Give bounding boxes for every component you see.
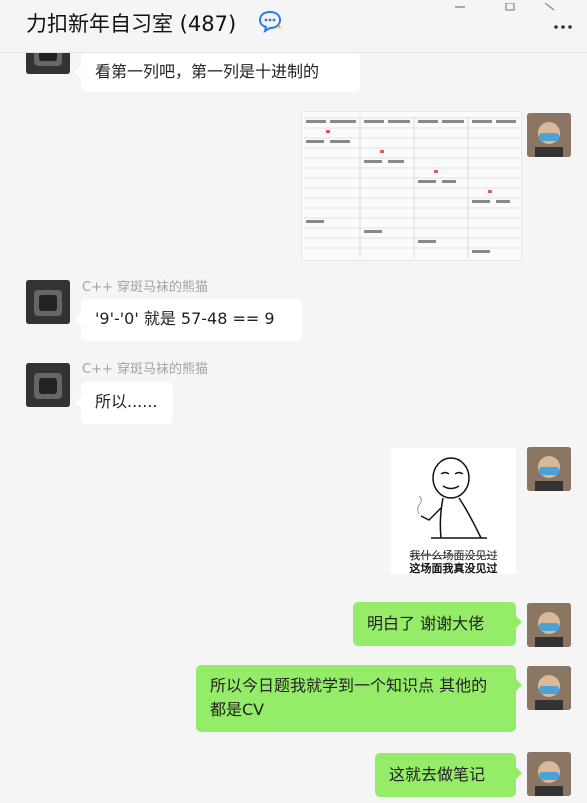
chat-bubble-icon[interactable] [258, 10, 284, 34]
chat-title[interactable]: 力扣新年自习室 (487) [26, 8, 236, 38]
avatar[interactable] [527, 603, 571, 647]
ascii-table-image[interactable] [301, 111, 522, 261]
message-bubble[interactable]: '9'-'0' 就是 57-48 == 9 [75, 299, 302, 341]
avatar[interactable] [527, 113, 571, 157]
avatar[interactable] [527, 447, 571, 491]
meme-face-icon [391, 448, 516, 546]
sender-name: C++ 穿斑马袜的熊猫 [82, 362, 208, 377]
message-text: 所以...... [95, 392, 158, 411]
avatar[interactable] [527, 666, 571, 710]
sender-name: C++ 穿斑马袜的熊猫 [82, 280, 208, 295]
message-bubble[interactable]: 明白了 谢谢大佬 [353, 602, 522, 646]
meme-caption: 这场面我真没见过 [409, 562, 498, 575]
window-maximize-icon[interactable] [505, 0, 515, 11]
message-bubble[interactable]: 所以今日题我就学到一个知识点 其他的都是CV [196, 665, 522, 732]
message-bubble[interactable]: 所以...... [75, 382, 173, 424]
message-text: 看第一列吧，第一列是十进制的 [95, 62, 320, 81]
window-minimize-icon[interactable] [455, 0, 465, 8]
message-text: 明白了 谢谢大佬 [367, 614, 485, 633]
message-bubble[interactable]: 看第一列吧，第一列是十进制的 [75, 52, 360, 92]
chat-header: 力扣新年自习室 (487) [0, 0, 587, 53]
avatar[interactable] [527, 752, 571, 796]
window-close-icon[interactable] [544, 0, 555, 11]
message-text: '9'-'0' 就是 57-48 == 9 [95, 309, 275, 328]
avatar[interactable] [26, 280, 70, 324]
meme-sticker[interactable]: 我什么场面没见过 这场面我真没见过 [391, 448, 516, 575]
message-text: 所以今日题我就学到一个知识点 其他的都是CV [210, 676, 488, 719]
avatar[interactable] [26, 363, 70, 407]
message-text: 这就去做笔记 [389, 765, 486, 784]
more-icon[interactable] [553, 24, 573, 30]
message-bubble[interactable]: 这就去做笔记 [375, 753, 522, 797]
